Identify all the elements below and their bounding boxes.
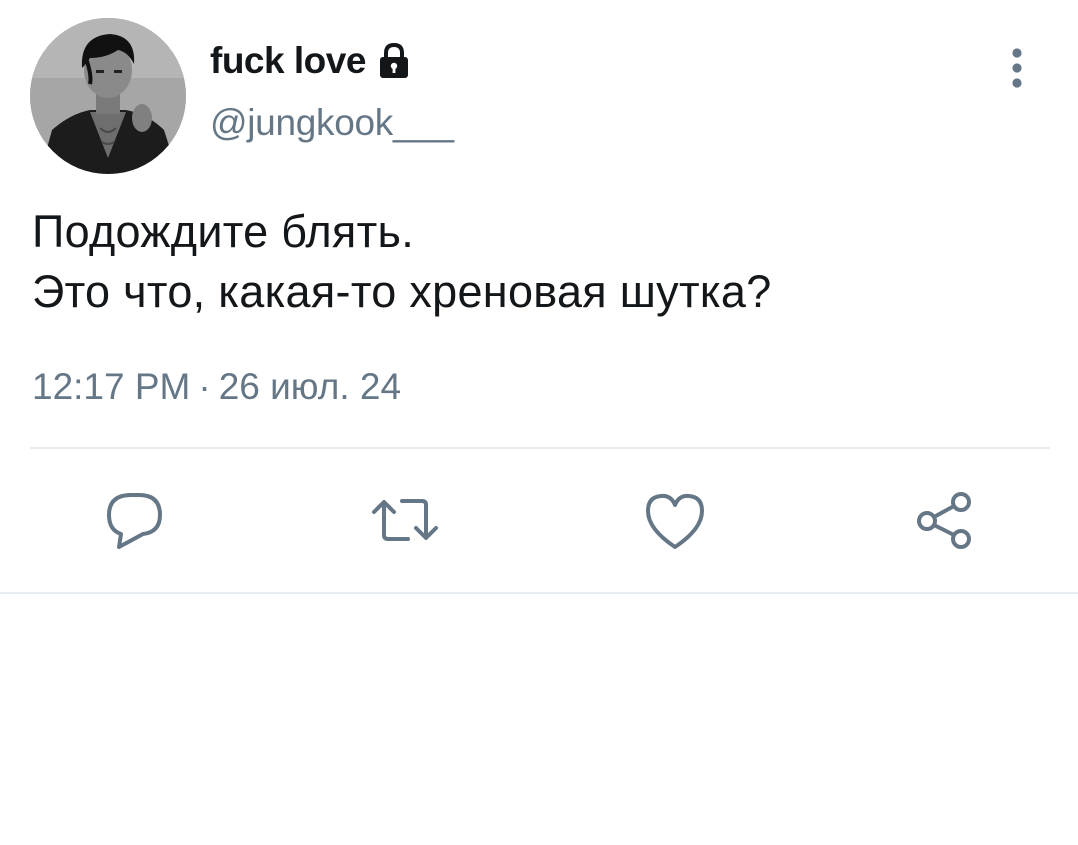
retweet-button[interactable] [370, 485, 440, 555]
divider [0, 592, 1078, 594]
tweet-text: Подождите блять. Это что, какая-то хрено… [32, 202, 772, 322]
tweet-date: 26 июл. 24 [218, 366, 402, 407]
share-icon [917, 492, 971, 549]
meta-separator: · [198, 366, 211, 407]
tweet-actions [0, 485, 1078, 555]
divider [30, 447, 1050, 449]
heart-icon [646, 493, 704, 549]
more-vertical-icon[interactable] [1000, 46, 1034, 92]
profile-photo [30, 18, 186, 174]
display-name[interactable]: fuck love [210, 40, 366, 82]
tweet-time: 12:17 PM [32, 366, 191, 407]
lock-icon [374, 41, 414, 81]
user-handle[interactable]: @jungkook___ [210, 102, 454, 144]
reply-icon [107, 493, 162, 549]
tweet: fuck love @jungkook___ Подождите блять. … [0, 0, 1078, 595]
share-button[interactable] [910, 485, 980, 555]
tweet-text-line: Это что, какая-то хреновая шутка? [32, 266, 772, 317]
like-button[interactable] [640, 485, 710, 555]
avatar[interactable] [30, 18, 186, 174]
retweet-icon [372, 499, 438, 541]
tweet-timestamp[interactable]: 12:17 PM · 26 июл. 24 [32, 366, 401, 408]
reply-button[interactable] [100, 485, 170, 555]
tweet-text-line: Подождите блять. [32, 206, 415, 257]
display-name-row: fuck love [210, 36, 414, 86]
